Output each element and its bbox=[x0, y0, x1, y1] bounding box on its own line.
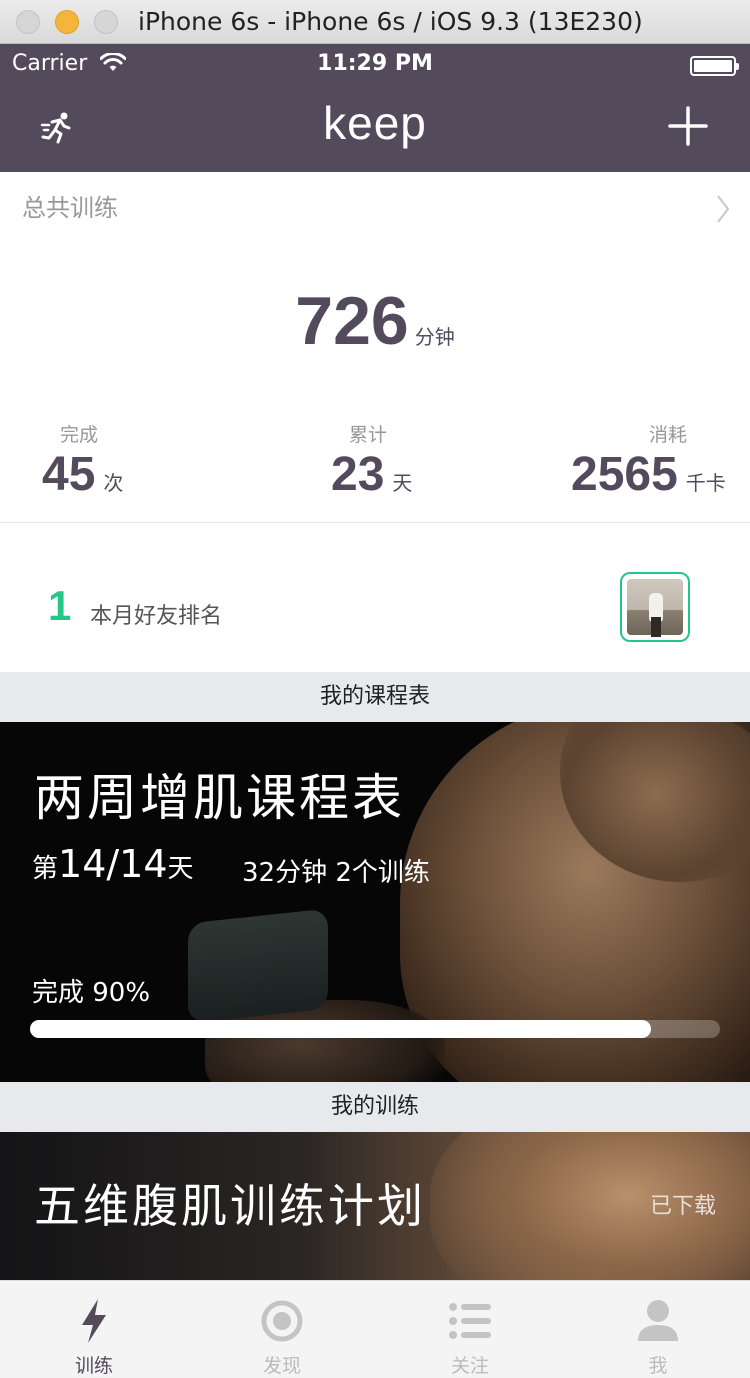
tab-training[interactable]: 训练 bbox=[0, 1281, 188, 1378]
status-bar: Carrier 11:29 PM bbox=[0, 44, 750, 84]
stat-calories: 消耗 2565 千卡 bbox=[571, 420, 726, 502]
stat-unit: 次 bbox=[103, 471, 124, 495]
tab-bar: 训练 发现 关注 我 bbox=[0, 1280, 750, 1378]
stat-unit: 千卡 bbox=[685, 471, 726, 495]
schedule-progress-bar bbox=[30, 1020, 720, 1038]
schedule-day: 第14/14天 bbox=[32, 842, 194, 886]
download-status: 已下载 bbox=[650, 1194, 717, 1219]
stat-value: 23 bbox=[331, 448, 385, 501]
schedule-card[interactable]: 两周增肌课程表 第14/14天 32分钟 2个训练 完成 90% bbox=[0, 722, 750, 1082]
rank-value: 1 bbox=[48, 582, 72, 629]
window-close-button[interactable] bbox=[16, 10, 40, 34]
add-icon[interactable] bbox=[668, 106, 708, 146]
stat-accumulated: 累计 23 天 bbox=[331, 420, 412, 502]
list-icon bbox=[449, 1303, 491, 1339]
avatar[interactable] bbox=[620, 572, 690, 642]
tab-label: 训练 bbox=[74, 1355, 113, 1377]
stat-label: 累计 bbox=[349, 424, 388, 446]
app-logo: keep bbox=[323, 97, 427, 149]
schedule-day-suffix: 天 bbox=[167, 854, 194, 884]
schedule-header: 我的课程表 bbox=[0, 672, 750, 722]
total-training-label: 总共训练 bbox=[22, 194, 118, 222]
dumbbell-image bbox=[188, 908, 328, 1024]
simulator-title-bar: iPhone 6s - iPhone 6s / iOS 9.3 (13E230) bbox=[0, 0, 750, 44]
total-minutes-value: 726 bbox=[295, 283, 409, 359]
bolt-icon bbox=[82, 1299, 106, 1343]
stat-value: 45 bbox=[42, 448, 96, 501]
rank-label: 本月好友排名 bbox=[90, 604, 223, 629]
status-time: 11:29 PM bbox=[317, 51, 433, 76]
target-icon bbox=[261, 1300, 303, 1342]
training-card[interactable]: 五维腹肌训练计划 已下载 bbox=[0, 1132, 750, 1280]
battery-icon bbox=[690, 56, 739, 76]
window-title: iPhone 6s - iPhone 6s / iOS 9.3 (13E230) bbox=[138, 7, 643, 36]
tab-discover[interactable]: 发现 bbox=[188, 1281, 376, 1378]
nav-bar: keep bbox=[0, 84, 750, 172]
chevron-right-icon[interactable] bbox=[716, 194, 730, 224]
training-header: 我的训练 bbox=[0, 1082, 750, 1132]
window-zoom-button[interactable] bbox=[94, 10, 118, 34]
schedule-day-prefix: 第 bbox=[32, 854, 59, 884]
tab-follow[interactable]: 关注 bbox=[376, 1281, 564, 1378]
stat-label: 完成 bbox=[60, 424, 99, 446]
tab-label: 关注 bbox=[450, 1355, 489, 1377]
training-title: 五维腹肌训练计划 bbox=[34, 1179, 426, 1233]
person-icon bbox=[638, 1300, 678, 1341]
schedule-title: 两周增肌课程表 bbox=[34, 769, 405, 827]
tab-me[interactable]: 我 bbox=[564, 1281, 750, 1378]
stat-value: 2565 bbox=[571, 448, 678, 501]
schedule-meta: 32分钟 2个训练 bbox=[242, 858, 430, 888]
tab-label: 发现 bbox=[262, 1355, 301, 1377]
tab-label: 我 bbox=[648, 1355, 668, 1377]
stat-label: 消耗 bbox=[649, 424, 688, 446]
divider bbox=[0, 522, 750, 523]
avatar-photo bbox=[627, 579, 683, 637]
schedule-progress-fill bbox=[30, 1020, 651, 1038]
total-minutes-unit: 分钟 bbox=[414, 325, 455, 349]
total-minutes: 726 分钟 bbox=[0, 282, 750, 360]
window-minimize-button[interactable] bbox=[55, 10, 79, 34]
stat-unit: 天 bbox=[392, 471, 413, 495]
stat-completed: 完成 45 次 bbox=[42, 420, 123, 502]
schedule-day-value: 14/14 bbox=[58, 842, 168, 886]
schedule-done-label: 完成 90% bbox=[32, 978, 151, 1008]
